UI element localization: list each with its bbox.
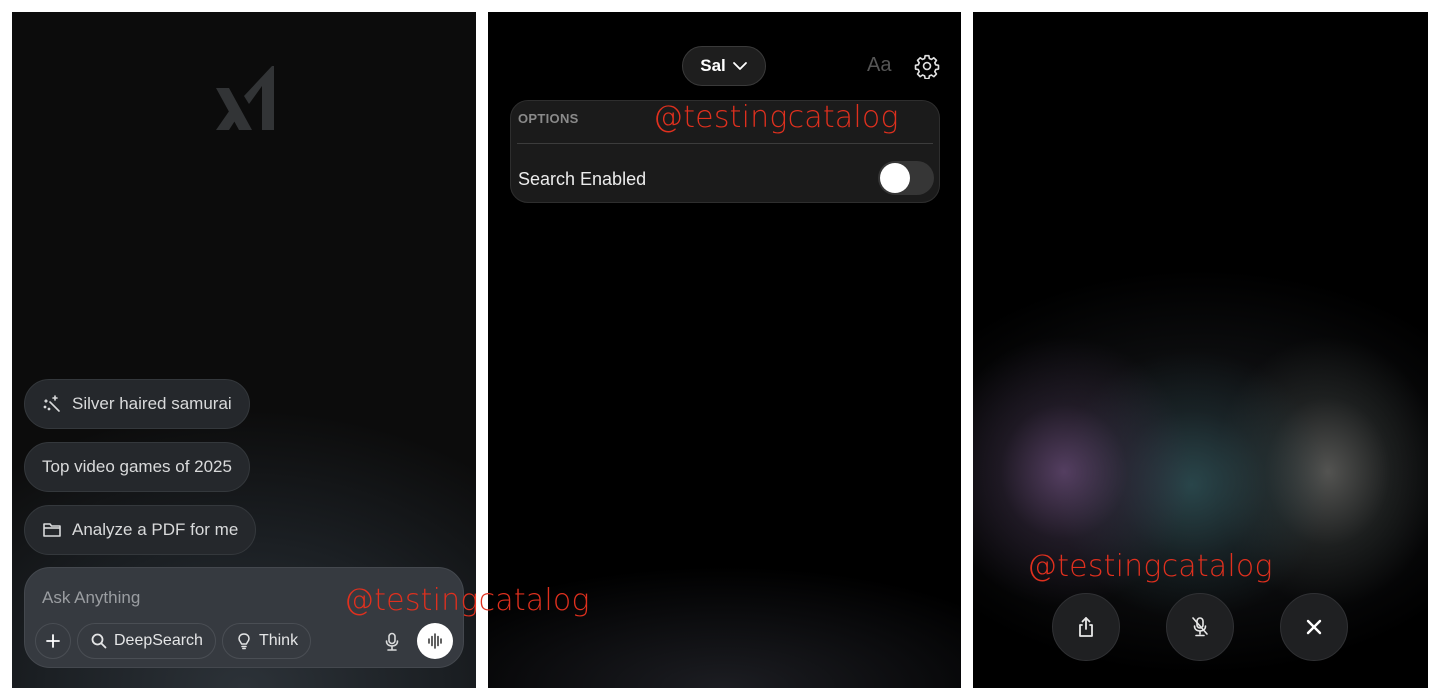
magic-wand-icon xyxy=(43,395,60,412)
model-selector[interactable]: Sal xyxy=(682,46,766,86)
suggestion-label: Top video games of 2025 xyxy=(42,457,232,476)
deepsearch-button[interactable]: DeepSearch xyxy=(77,623,216,659)
suggestion-chip[interactable]: Silver haired samurai xyxy=(24,379,250,429)
search-enabled-label: Search Enabled xyxy=(518,169,647,189)
lightbulb-icon xyxy=(238,633,250,650)
chevron-down-icon xyxy=(732,62,747,70)
search-icon xyxy=(91,633,107,649)
close-button[interactable] xyxy=(1280,593,1348,661)
watermark: @testingcatalog xyxy=(344,583,590,618)
think-button[interactable]: Think xyxy=(221,623,312,659)
options-heading: OPTIONS xyxy=(518,111,579,126)
share-icon xyxy=(1079,617,1093,637)
share-button[interactable] xyxy=(1052,593,1120,661)
suggestion-label: Analyze a PDF for me xyxy=(72,520,239,539)
composer-toolbar: DeepSearch Think xyxy=(35,623,312,659)
attach-button[interactable] xyxy=(35,623,71,659)
model-selector-label: Sal xyxy=(700,56,726,75)
gear-icon[interactable] xyxy=(914,53,940,79)
suggestion-chip[interactable]: Top video games of 2025 xyxy=(24,442,250,492)
ask-input[interactable]: Ask Anything xyxy=(42,588,140,608)
suggestion-chip[interactable]: Analyze a PDF for me xyxy=(24,505,257,555)
plus-icon xyxy=(46,634,60,648)
watermark: @testingcatalog xyxy=(1027,549,1273,584)
watermark: @testingcatalog xyxy=(653,100,899,135)
divider xyxy=(517,143,933,144)
microphone-off-icon xyxy=(1192,617,1208,637)
voice-mode-button[interactable] xyxy=(417,623,453,659)
mute-button[interactable] xyxy=(1166,593,1234,661)
xai-logo xyxy=(216,66,274,130)
waveform-icon xyxy=(428,633,442,649)
toggle-knob xyxy=(880,163,910,193)
text-size-button[interactable]: Aa xyxy=(867,54,891,77)
search-enabled-toggle[interactable] xyxy=(878,161,934,195)
folder-icon xyxy=(43,523,61,537)
deepsearch-label: DeepSearch xyxy=(114,632,203,649)
suggestion-label: Silver haired samurai xyxy=(72,394,232,413)
voice-panel xyxy=(973,12,1428,688)
think-label: Think xyxy=(258,632,299,649)
close-icon xyxy=(1306,619,1322,635)
microphone-icon[interactable] xyxy=(383,632,401,652)
